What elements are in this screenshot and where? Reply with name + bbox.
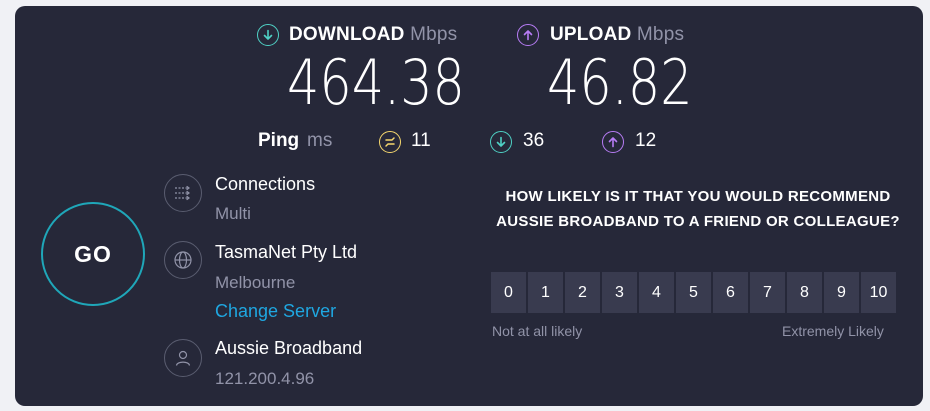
ping-idle-value: 11 (411, 130, 431, 151)
ping-download-icon (490, 131, 512, 153)
rating-option-3[interactable]: 3 (602, 272, 637, 313)
change-server-link[interactable]: Change Server (215, 301, 336, 322)
ping-unit: ms (307, 130, 333, 151)
download-arrow-icon (257, 24, 279, 46)
speedtest-panel: DOWNLOAD Mbps 464.38 UPLOAD Mbps 46.82 P… (15, 6, 923, 406)
rating-option-10[interactable]: 10 (861, 272, 896, 313)
scale-low-label: Not at all likely (492, 323, 583, 339)
go-button[interactable]: GO (41, 202, 145, 306)
ping-upload-icon (602, 131, 624, 153)
download-speed-value: 464.38 (287, 46, 465, 119)
ping-download-value: 36 (523, 130, 545, 151)
server-location: Melbourne (215, 273, 296, 292)
connections-value: Multi (215, 204, 251, 223)
survey-question: HOW LIKELY IS IT THAT YOU WOULD RECOMMEN… (496, 188, 900, 230)
upload-header: UPLOAD Mbps (550, 24, 684, 46)
rating-option-6[interactable]: 6 (713, 272, 748, 313)
globe-icon (164, 241, 202, 279)
download-header: DOWNLOAD Mbps (289, 24, 457, 46)
rating-option-4[interactable]: 4 (639, 272, 674, 313)
ping-upload-value: 12 (635, 130, 657, 151)
scale-high-label: Extremely Likely (782, 323, 884, 339)
rating-option-1[interactable]: 1 (528, 272, 563, 313)
rating-scale: 0 1 2 3 4 5 6 7 8 9 10 (491, 272, 896, 313)
rating-option-0[interactable]: 0 (491, 272, 526, 313)
rating-option-8[interactable]: 8 (787, 272, 822, 313)
provider-ip: 121.200.4.96 (215, 369, 315, 388)
ping-label: Ping (258, 130, 300, 151)
connections-title: Connections (215, 174, 316, 194)
rating-option-2[interactable]: 2 (565, 272, 600, 313)
user-icon (164, 339, 202, 377)
connections-icon (164, 174, 202, 212)
server-name: TasmaNet Pty Ltd (215, 242, 358, 262)
upload-speed-value: 46.82 (547, 46, 693, 119)
upload-arrow-icon (517, 24, 539, 46)
download-label: DOWNLOAD (289, 24, 405, 45)
download-unit: Mbps (410, 24, 458, 45)
upload-label: UPLOAD (550, 24, 632, 45)
rating-option-9[interactable]: 9 (824, 272, 859, 313)
rating-option-7[interactable]: 7 (750, 272, 785, 313)
jitter-icon (379, 131, 401, 153)
rating-option-5[interactable]: 5 (676, 272, 711, 313)
provider-name: Aussie Broadband (215, 338, 363, 358)
upload-unit: Mbps (636, 24, 685, 45)
